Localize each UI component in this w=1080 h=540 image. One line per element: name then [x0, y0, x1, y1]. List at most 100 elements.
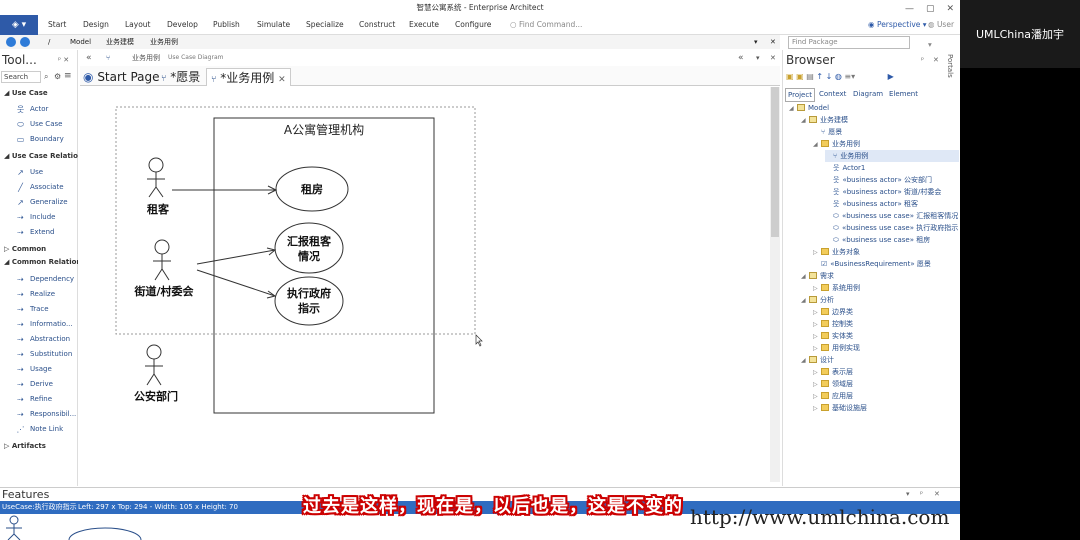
tree-item[interactable]: ⑂ 业务用例	[825, 150, 959, 162]
toolbox-item-use[interactable]: ↗ Use	[0, 165, 78, 180]
expand-arrow-icon[interactable]: ▷	[813, 307, 821, 318]
menu-configure[interactable]: Configure	[455, 15, 491, 35]
new-folder-icon[interactable]: ▣	[796, 72, 804, 81]
toolbox-search-input[interactable]: Search	[1, 71, 41, 83]
tree-item[interactable]: ▷ 控制类	[813, 318, 959, 330]
browser-tab-diagram[interactable]: Diagram	[853, 88, 883, 100]
tree-item[interactable]: ☑ «BusinessRequirement» 愿景	[813, 258, 959, 270]
gear-icon[interactable]: ⚙	[54, 72, 61, 81]
tab-business-usecase[interactable]: ⑂ *业务用例 ✕	[206, 68, 291, 86]
toolbox-item-actor[interactable]: 웃 Actor	[0, 102, 78, 117]
toolbox-section-common-relations[interactable]: ◢ Common Relations	[0, 256, 78, 269]
tree-item[interactable]: ▷ 应用层	[813, 390, 959, 402]
menu-simulate[interactable]: Simulate	[257, 15, 290, 35]
tree-item[interactable]: ▷ 边界类	[813, 306, 959, 318]
forward-icon[interactable]	[20, 37, 30, 47]
browser-tab-context[interactable]: Context	[819, 88, 846, 100]
browser-tab-element[interactable]: Element	[889, 88, 918, 100]
toolbox-item-realize[interactable]: ⇢ Realize	[0, 287, 78, 302]
dropdown-icon[interactable]: ▾	[906, 490, 910, 498]
toolbox-item-trace[interactable]: ⇢ Trace	[0, 302, 78, 317]
expand-arrow-icon[interactable]: ▷	[813, 391, 821, 402]
pin-icon[interactable]: ᵖ	[921, 56, 924, 64]
browser-tab-project[interactable]: Project	[785, 88, 815, 102]
close-icon[interactable]: ✕	[770, 50, 776, 66]
menu-design[interactable]: Design	[83, 15, 109, 35]
tree-item[interactable]: ⬭ «business use case» 执行政府指示	[825, 222, 959, 234]
dropdown-icon[interactable]: ▾	[756, 50, 760, 66]
menu-develop[interactable]: Develop	[167, 15, 198, 35]
move-up-icon[interactable]: ↑	[816, 72, 823, 81]
tree-item[interactable]: ▷ 用例实现	[813, 342, 959, 354]
tree-item[interactable]: ▷ 实体类	[813, 330, 959, 342]
tree-item[interactable]: ◢ 业务建模	[801, 114, 959, 126]
expand-arrow-icon[interactable]: ▷	[813, 331, 821, 342]
use-case-rent[interactable]: 租房	[275, 166, 349, 212]
toolbox-item-associate[interactable]: ╱ Associate	[0, 180, 78, 195]
collapse-icon[interactable]: «	[738, 50, 744, 66]
tree-item[interactable]: ▷ 领域层	[813, 378, 959, 390]
toolbox-item-abstraction[interactable]: ⇢ Abstraction	[0, 332, 78, 347]
breadcrumb-business-usecase[interactable]: 业务用例	[150, 35, 178, 49]
menu-start[interactable]: Start	[48, 15, 66, 35]
expand-arrow-icon[interactable]: ◢	[801, 355, 809, 366]
collapse-left-icon[interactable]: «	[86, 50, 92, 66]
toolbox-item-generalize[interactable]: ↗ Generalize	[0, 195, 78, 210]
tree-item[interactable]: ◢ 需求	[801, 270, 959, 282]
dropdown-icon[interactable]: ▾	[754, 35, 758, 49]
back-icon[interactable]	[6, 37, 16, 47]
menu-layout[interactable]: Layout	[125, 15, 151, 35]
new-package-icon[interactable]: ▣	[786, 72, 794, 81]
expand-arrow-icon[interactable]: ▷	[813, 379, 821, 390]
toolbox-item-substitution[interactable]: ⇢ Substitution	[0, 347, 78, 362]
tree-item[interactable]: ◢ Model	[789, 102, 959, 114]
expand-arrow-icon[interactable]: ▷	[813, 367, 821, 378]
toolbox-item-include[interactable]: ⇢ Include	[0, 210, 78, 225]
tree-item[interactable]: ⬭ «business use case» 租房	[825, 234, 959, 246]
tree-item[interactable]: ▷ 基础设施层	[813, 402, 959, 414]
menu-construct[interactable]: Construct	[359, 15, 395, 35]
expand-arrow-icon[interactable]: ◢	[801, 115, 809, 126]
app-menu-button[interactable]: ◈ ▾	[0, 15, 38, 35]
close-icon[interactable]: ✕	[770, 35, 776, 49]
toolbox-item-use-case[interactable]: ⬭ Use Case	[0, 117, 78, 132]
tree-item[interactable]: 웃 «business actor» 街道/村委会	[825, 186, 959, 198]
breadcrumb-root[interactable]: /	[48, 35, 50, 49]
expand-arrow-icon[interactable]: ▷	[813, 319, 821, 330]
tree-item[interactable]: ▷ 业务对象	[813, 246, 959, 258]
menu-specialize[interactable]: Specialize	[306, 15, 344, 35]
toolbox-section-common[interactable]: ▷ Common	[0, 243, 78, 256]
tree-item[interactable]: ◢ 设计	[801, 354, 959, 366]
expand-arrow-icon[interactable]: ▷	[813, 403, 821, 414]
find-package-input[interactable]: Find Package	[788, 36, 910, 49]
pin-icon[interactable]: ᵖ ✕	[58, 56, 69, 64]
new-diagram-icon[interactable]: ▤	[806, 72, 814, 81]
menu-icon[interactable]: ≡	[64, 71, 72, 81]
toolbox-item-derive[interactable]: ⇢ Derive	[0, 377, 78, 392]
find-command[interactable]: ○ Find Command...	[510, 15, 582, 35]
expand-arrow-icon[interactable]: ▷	[813, 283, 821, 294]
toolbox-item-boundary[interactable]: ▭ Boundary	[0, 132, 78, 147]
close-icon[interactable]: ✕	[933, 56, 939, 64]
tree-item[interactable]: 웃 «business actor» 公安部门	[825, 174, 959, 186]
toolbox-item-extend[interactable]: ⇢ Extend	[0, 225, 78, 240]
scrollbar-thumb[interactable]	[771, 87, 779, 237]
actor-street-committee[interactable]: 街道/村委会	[133, 239, 195, 298]
diagram-canvas[interactable]: A公寓管理机构 租客 街道/村委会 公安部门 租房 汇报租客 情况 执行政府 指…	[80, 87, 770, 487]
pin-icon[interactable]: ᵖ	[920, 490, 923, 498]
breadcrumb-business-modeling[interactable]: 业务建模	[106, 35, 134, 49]
use-case-execute-gov-instruction[interactable]: 执行政府 指示	[274, 276, 344, 326]
user-icon[interactable]: ◍	[835, 72, 842, 81]
close-tab-icon[interactable]: ✕	[278, 75, 286, 85]
move-down-icon[interactable]: ↓	[826, 72, 833, 81]
tree-item[interactable]: 웃 «business actor» 租客	[825, 198, 959, 210]
tree-item[interactable]: 웃 Actor1	[825, 162, 959, 174]
toolbox-item-information-flow[interactable]: ⇢ Informatio...	[0, 317, 78, 332]
toolbox-item-dependency[interactable]: ⇢ Dependency	[0, 272, 78, 287]
search-icon[interactable]: ⌕	[44, 72, 48, 82]
tree-item[interactable]: ⑂ 愿景	[813, 126, 959, 138]
actor-police[interactable]: 公安部门	[134, 344, 178, 403]
expand-arrow-icon[interactable]: ◢	[801, 295, 809, 306]
tree-item[interactable]: ▷ 表示层	[813, 366, 959, 378]
expand-arrow-icon[interactable]: ◢	[813, 139, 821, 150]
